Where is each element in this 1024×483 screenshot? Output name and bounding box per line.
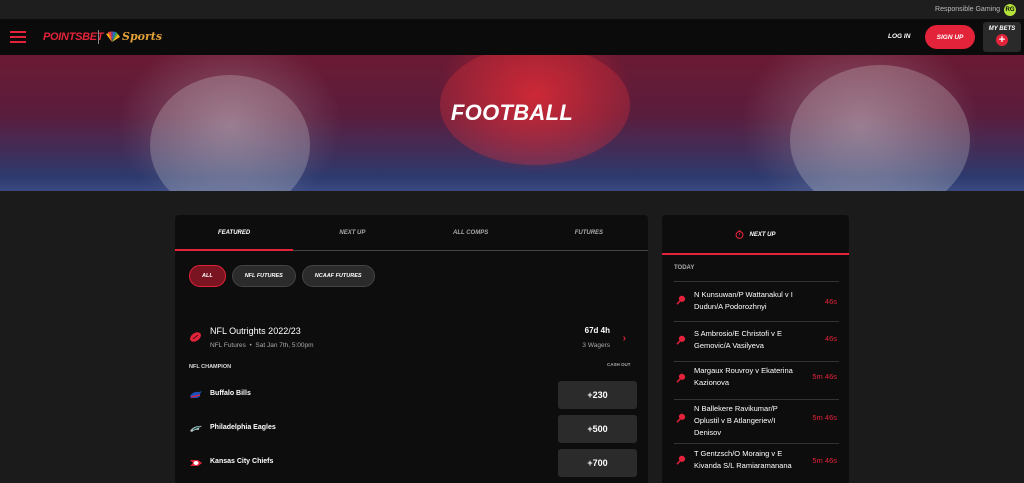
hamburger-menu-icon[interactable] <box>10 31 26 43</box>
match-start-time: 5m 46s <box>812 413 837 422</box>
runner-row: Kansas City Chiefs +700 <box>189 449 637 479</box>
chevron-right-icon[interactable]: › <box>623 333 626 344</box>
team-name: Kansas City Chiefs <box>210 458 274 465</box>
market-label: NFL CHAMPION <box>189 364 232 370</box>
plus-icon: + <box>996 34 1008 46</box>
match-name: T Gentzsch/O Moraing v E Kivanda S/L Ram… <box>694 449 792 470</box>
team-name: Philadelphia Eagles <box>210 424 276 431</box>
match-name: Margaux Rouvroy v Ekaterina Kazionova <box>694 366 793 387</box>
team-name: Buffalo Bills <box>210 390 251 397</box>
runner-row: Buffalo Bills +230 <box>189 381 637 411</box>
logo-divider <box>98 30 99 44</box>
filter-ncaaf-futures[interactable]: NCAAF FUTURES <box>301 265 375 287</box>
page-title: FOOTBALL <box>450 100 574 125</box>
match-start-time: 5m 46s <box>812 372 837 381</box>
tennis-racket-icon <box>676 335 686 345</box>
nbc-sports-logo: Sports <box>122 30 163 43</box>
next-up-item[interactable]: Margaux Rouvroy v Ekaterina Kazionova 5m… <box>674 361 839 399</box>
event-league: NFL Futures <box>210 342 246 349</box>
match-name: N Kunsuwan/P Wattanakul v I Dudun/A Podo… <box>694 290 793 311</box>
next-up-title: NEXT UP <box>749 231 776 238</box>
odds-button[interactable]: +230 <box>558 381 637 409</box>
my-bets-label: MY BETS <box>988 26 1016 32</box>
match-start-time: 46s <box>824 334 837 343</box>
pointsbet-logo[interactable]: POINTSBET <box>43 31 104 43</box>
tab-futures[interactable]: FUTURES <box>530 215 648 250</box>
featured-panel: FEATURED NEXT UP ALL COMPS FUTURES ALL N… <box>175 215 648 483</box>
runner-row: Philadelphia Eagles +500 <box>189 415 637 445</box>
hero-player-right <box>790 65 970 191</box>
filter-pills: ALL NFL FUTURES NCAAF FUTURES <box>189 265 375 287</box>
match-start-time: 46s <box>824 297 837 306</box>
event-row[interactable]: NFL Outrights 2022/23 NFL Futures • Sat … <box>189 325 636 355</box>
match-start-time: 5m 46s <box>812 456 837 465</box>
section-today-label: TODAY <box>674 265 695 271</box>
event-date: Sat Jan 7th, 5:00pm <box>255 342 314 349</box>
tab-all-comps[interactable]: ALL COMPS <box>412 215 530 250</box>
event-subtitle: NFL Futures • Sat Jan 7th, 5:00pm <box>210 342 314 349</box>
filter-all[interactable]: ALL <box>189 265 226 287</box>
login-button[interactable]: LOG IN <box>888 33 910 40</box>
nbc-peacock-icon <box>106 31 120 42</box>
event-countdown: 67d 4h <box>584 326 610 335</box>
philadelphia-eagles-logo-icon <box>190 425 202 432</box>
site-header: POINTSBET Sports LOG IN SIGN UP MY BETS … <box>0 19 1024 55</box>
next-up-panel: NEXT UP TODAY N Kunsuwan/P Wattanakul v … <box>662 215 849 483</box>
top-strip: Responsible Gaming RG <box>0 0 1024 19</box>
odds-button[interactable]: +700 <box>558 449 637 477</box>
kansas-city-chiefs-logo-icon <box>190 460 202 466</box>
match-name: S Ambrosio/E Christofi v E Gemovic/A Vas… <box>694 329 782 350</box>
event-wagers: 3 Wagers <box>582 342 610 349</box>
tennis-racket-icon <box>676 373 686 383</box>
event-title: NFL Outrights 2022/23 <box>210 326 301 336</box>
rg-badge-icon[interactable]: RG <box>1004 3 1016 16</box>
my-bets-button[interactable]: MY BETS + <box>983 22 1021 52</box>
next-up-item[interactable]: N Ballekere Ravikumar/P Oplustil v B Atl… <box>674 399 839 443</box>
responsible-gaming-link[interactable]: Responsible Gaming <box>935 6 1000 13</box>
stopwatch-icon <box>736 230 744 239</box>
tennis-racket-icon <box>676 413 686 423</box>
match-name: N Ballekere Ravikumar/P Oplustil v B Atl… <box>694 404 778 437</box>
football-icon <box>190 332 201 342</box>
tennis-racket-icon <box>676 295 686 305</box>
next-up-header[interactable]: NEXT UP <box>662 215 849 255</box>
next-up-item[interactable]: S Ambrosio/E Christofi v E Gemovic/A Vas… <box>674 321 839 361</box>
hero-banner: FOOTBALL <box>0 55 1024 191</box>
next-up-item[interactable]: T Gentzsch/O Moraing v E Kivanda S/L Ram… <box>674 443 839 481</box>
buffalo-bills-logo-icon <box>190 391 202 398</box>
filter-nfl-futures[interactable]: NFL FUTURES <box>231 265 296 287</box>
tennis-racket-icon <box>676 455 686 465</box>
tab-featured[interactable]: FEATURED <box>175 215 294 251</box>
cash-out-icon: CASH OUT <box>607 362 631 367</box>
tab-next-up[interactable]: NEXT UP <box>293 215 411 250</box>
hero-player-left <box>150 75 310 191</box>
odds-button[interactable]: +500 <box>558 415 637 443</box>
tab-bar: FEATURED NEXT UP ALL COMPS FUTURES <box>175 215 648 251</box>
next-up-item[interactable]: N Kunsuwan/P Wattanakul v I Dudun/A Podo… <box>674 281 839 321</box>
signup-button[interactable]: SIGN UP <box>925 25 975 49</box>
